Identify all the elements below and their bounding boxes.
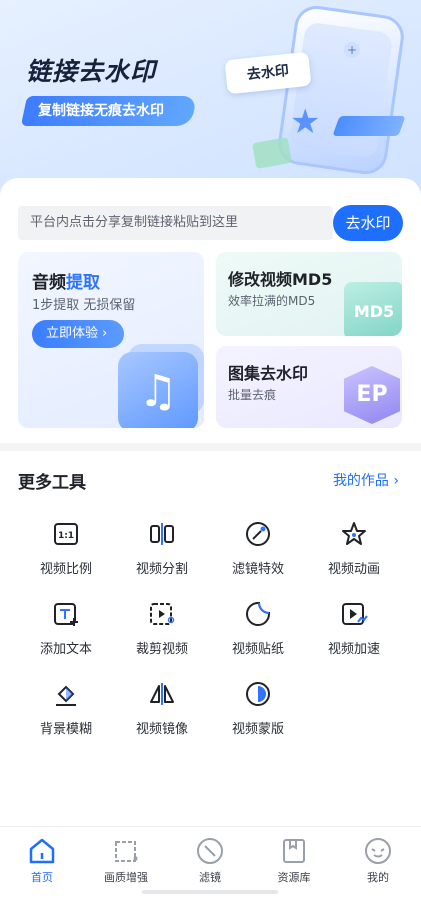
- tab-profile[interactable]: 我的: [343, 835, 413, 885]
- filter-effect-icon: [246, 522, 270, 546]
- split-icon: [150, 523, 174, 545]
- tab-filter[interactable]: 滤镜: [175, 835, 245, 885]
- star-icon: ★: [290, 102, 321, 142]
- enhance-icon: [115, 841, 138, 862]
- more-tools-heading: 更多工具: [18, 473, 86, 493]
- plus-icon: +: [344, 42, 360, 58]
- tool-video-sticker[interactable]: 视频贴纸: [218, 600, 298, 657]
- section-divider: [0, 443, 421, 451]
- mask-icon: [246, 682, 270, 706]
- tool-video-mask[interactable]: 视频蒙版: [218, 680, 298, 737]
- tool-video-mirror[interactable]: 视频镜像: [122, 680, 202, 737]
- md5-icon: MD5: [344, 282, 402, 336]
- audio-extract-card[interactable]: 音频提取 1步提取 无损保留 立即体验 › ♫: [18, 252, 204, 428]
- aspect-ratio-icon: 1:1: [54, 523, 78, 545]
- speed-icon: [342, 603, 368, 625]
- add-text-icon: [54, 603, 78, 626]
- tool-video-animation[interactable]: 视频动画: [314, 520, 394, 577]
- phone-illustration-icon: [275, 3, 407, 177]
- tool-crop-video[interactable]: 裁剪视频: [122, 600, 202, 657]
- tool-background-blur[interactable]: 背景模糊: [26, 680, 106, 737]
- mirror-icon: [150, 683, 174, 705]
- filter-icon: [197, 838, 223, 864]
- hero-subtitle: 复制链接无痕去水印: [20, 96, 198, 126]
- remove-watermark-button[interactable]: 去水印: [333, 205, 403, 241]
- crop-video-icon: [150, 603, 175, 625]
- tool-add-text[interactable]: 添加文本: [26, 600, 106, 657]
- star-animation-icon: [342, 522, 366, 545]
- tab-home[interactable]: 首页: [7, 835, 77, 885]
- try-now-button[interactable]: 立即体验 ›: [32, 320, 124, 348]
- hero-banner: 链接去水印 复制链接无痕去水印 + 去水印 ★: [0, 0, 421, 200]
- gallery-card-title: 图集去水印: [228, 364, 309, 383]
- sticker-icon: [246, 602, 270, 626]
- svg-text:1:1: 1:1: [58, 531, 74, 541]
- profile-icon: [365, 838, 391, 864]
- envelope-icon: [252, 137, 292, 169]
- bottom-tab-bar: 首页 画质增强 滤镜 资源库 我的: [0, 826, 421, 898]
- home-icon: [29, 838, 55, 864]
- music-note-icon: ♫: [118, 352, 198, 428]
- blur-background-icon: [56, 685, 76, 706]
- tool-video-speed[interactable]: 视频加速: [314, 600, 394, 657]
- my-works-link[interactable]: 我的作品 ›: [333, 470, 399, 490]
- tool-video-split[interactable]: 视频分割: [122, 520, 202, 577]
- gallery-watermark-card[interactable]: 图集去水印 批量去痕 EP: [216, 346, 402, 428]
- tool-video-ratio[interactable]: 1:1 视频比例: [26, 520, 106, 577]
- tool-filter-effect[interactable]: 滤镜特效: [218, 520, 298, 577]
- tab-enhance[interactable]: 画质增强: [91, 835, 161, 885]
- audio-card-subtitle: 1步提取 无损保留: [32, 298, 136, 313]
- home-indicator: [142, 890, 278, 894]
- hero-title: 链接去水印: [26, 57, 157, 86]
- gallery-card-subtitle: 批量去痕: [228, 388, 277, 402]
- ep-icon: EP: [344, 366, 400, 424]
- tab-library[interactable]: 资源库: [259, 835, 329, 885]
- link-input[interactable]: 平台内点击分享复制链接粘贴到这里: [18, 206, 333, 240]
- library-icon: [283, 839, 305, 863]
- card-decoration-icon: [332, 116, 406, 136]
- md5-card-subtitle: 效率拉满的MD5: [228, 294, 316, 308]
- md5-card[interactable]: 修改视频MD5 效率拉满的MD5 MD5: [216, 252, 402, 336]
- audio-card-title: 音频提取: [32, 273, 100, 293]
- md5-card-title: 修改视频MD5: [228, 270, 333, 289]
- main-panel: 平台内点击分享复制链接粘贴到这里 去水印 音频提取 1步提取 无损保留 立即体验…: [0, 178, 421, 443]
